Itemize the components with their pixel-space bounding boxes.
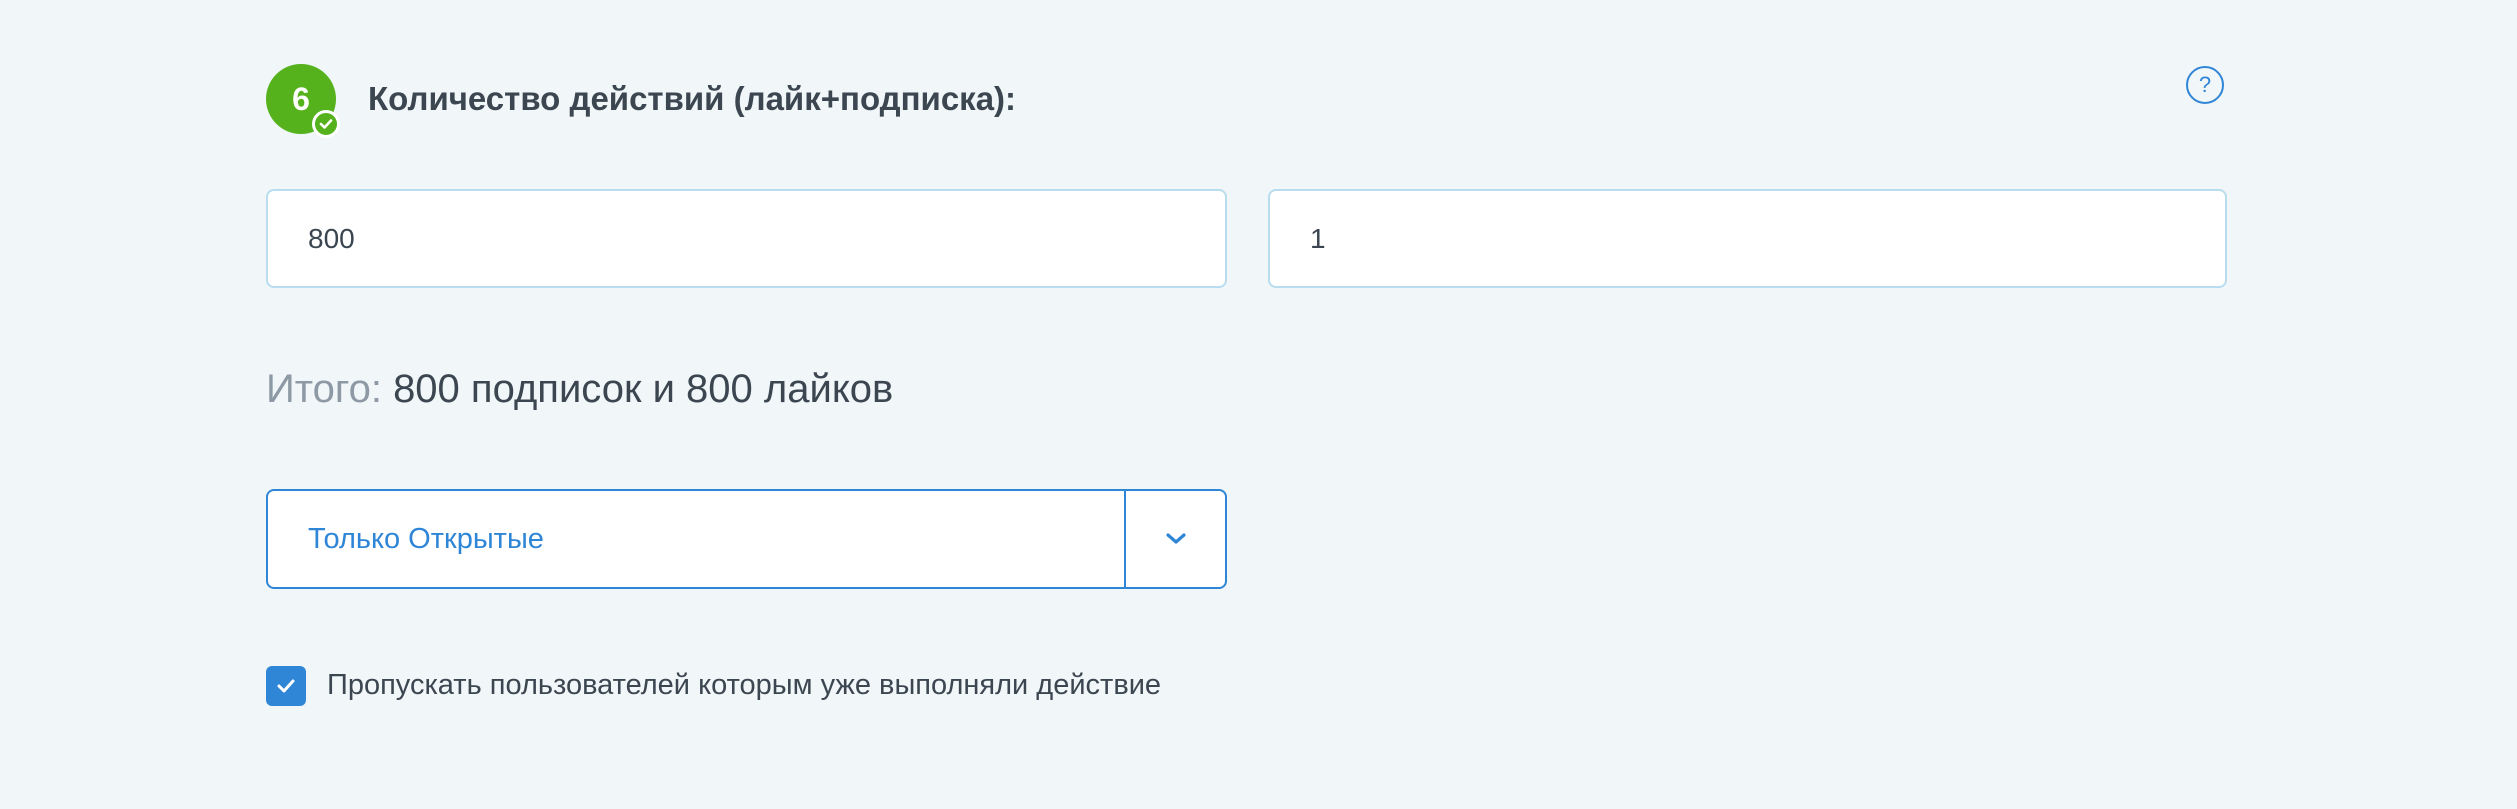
skip-users-checkbox[interactable] [266,666,306,706]
step-number: 6 [292,80,310,117]
account-filter-value: Только Открытые [308,522,544,555]
total-label: Итого: [266,367,382,411]
checkmark-icon [277,679,295,693]
step-title: Количество действий (лайк+подписка): [368,80,1017,117]
help-icon[interactable]: ? [2186,66,2224,104]
account-filter-select[interactable]: Только Открытые [266,489,1227,589]
multiplier-input[interactable] [1268,189,2227,288]
dropdown-toggle[interactable] [1124,491,1225,587]
skip-users-label[interactable]: Пропускать пользователей которым уже вып… [327,669,1161,702]
total-summary: Итого: 800 подписок и 800 лайков [266,367,893,412]
total-value: 800 подписок и 800 лайков [393,367,894,411]
check-icon [312,110,340,138]
chevron-down-icon [1165,533,1186,544]
actions-count-input[interactable] [266,189,1227,288]
step-number-badge: 6 [266,64,340,138]
